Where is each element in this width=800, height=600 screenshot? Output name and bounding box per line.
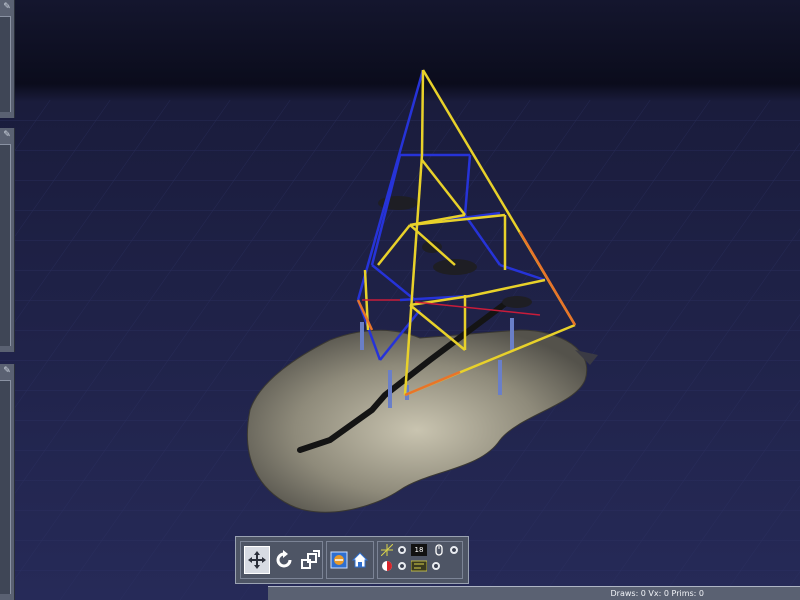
move-arrows-icon (248, 551, 266, 569)
grid-toggle[interactable] (396, 544, 408, 556)
scale-icon (301, 550, 320, 569)
time-icon (411, 560, 427, 572)
side-panel-content (0, 16, 11, 112)
view-cube-icon (330, 551, 348, 569)
move-button[interactable] (244, 546, 270, 574)
render-stats: Draws: 0 Vx: 0 Prims: 0 (610, 589, 705, 598)
side-panel-content (0, 380, 11, 594)
mouse-icon (433, 544, 445, 556)
home-button[interactable] (349, 546, 371, 574)
pin-icon[interactable]: ✎ (2, 130, 12, 140)
view-cube-button[interactable] (328, 546, 350, 574)
scale-button[interactable] (297, 546, 323, 574)
color-toggle[interactable] (396, 560, 408, 572)
time-toggle[interactable] (430, 560, 442, 572)
view-tools (326, 541, 374, 579)
display-options: 18 (377, 541, 463, 579)
speed-field[interactable]: 18 (411, 544, 427, 556)
rotate-button[interactable] (271, 546, 297, 574)
color-wheel-icon (381, 560, 393, 572)
side-panel-content (0, 144, 11, 346)
transform-tools (240, 541, 323, 579)
3d-viewport[interactable] (0, 0, 800, 600)
side-panel-middle[interactable]: ✎ (0, 128, 15, 352)
pin-icon[interactable]: ✎ (2, 366, 12, 376)
mouse-toggle[interactable] (448, 544, 460, 556)
grid-icon (381, 544, 393, 556)
pin-icon[interactable]: ✎ (2, 2, 12, 12)
navigation-toolbar: 18 (235, 536, 469, 584)
side-panel-bottom[interactable]: ✎ (0, 364, 15, 600)
status-bar: Draws: 0 Vx: 0 Prims: 0 (268, 586, 800, 600)
rotate-icon (276, 550, 292, 568)
side-panel-top[interactable]: ✎ (0, 0, 15, 118)
speed-value: 18 (411, 544, 427, 556)
home-icon (351, 552, 369, 568)
